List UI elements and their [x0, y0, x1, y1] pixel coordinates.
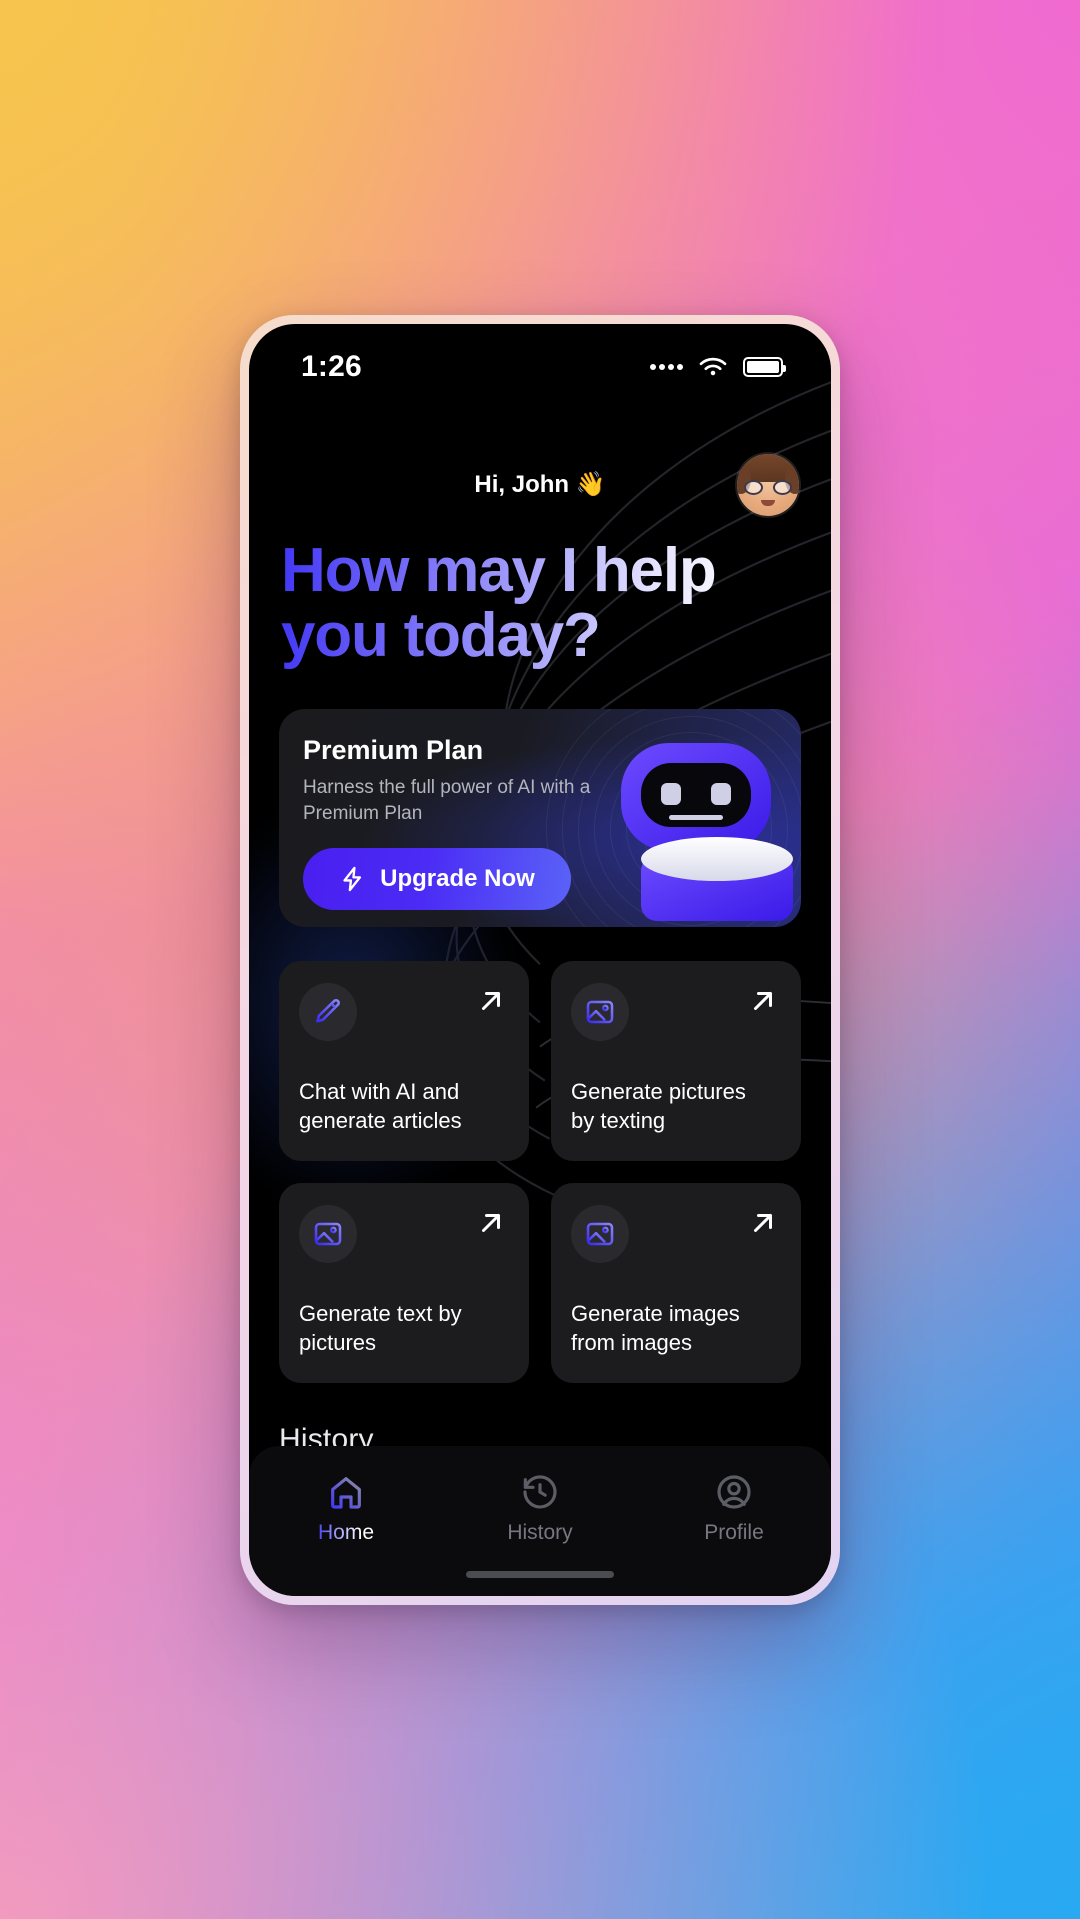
status-bar-icons [650, 355, 786, 379]
arrow-up-right-icon[interactable] [473, 1205, 509, 1241]
battery-icon [743, 356, 786, 377]
premium-card-title: Premium Plan [303, 734, 484, 765]
pencil-icon [299, 982, 357, 1041]
bottom-navigation: Home History Profile [249, 1445, 831, 1596]
feature-card-generate-images[interactable]: Generate images from images [551, 1182, 801, 1383]
phone-screen: 1:26 Hi, John 👋 How may I help you today… [249, 323, 831, 1596]
main-content: Hi, John 👋 How may I help you today? Pre… [249, 410, 831, 1457]
image-icon [299, 1204, 357, 1263]
feature-card-generate-text[interactable]: Generate text by pictures [279, 1182, 529, 1383]
lightning-bolt-icon [343, 866, 362, 892]
feature-card-chat-with-ai[interactable]: Chat with AI and generate articles [279, 960, 529, 1161]
home-icon [331, 1476, 361, 1509]
clock-rewind-icon [523, 1474, 557, 1508]
wifi-icon [699, 357, 727, 375]
feature-card-label: Generate images from images [571, 1300, 740, 1355]
nav-item-profile[interactable]: Profile [637, 1472, 831, 1545]
image-icon [571, 1204, 629, 1263]
feature-card-label: Generate text by pictures [299, 1300, 462, 1355]
home-indicator[interactable] [466, 1570, 614, 1578]
arrow-up-right-icon[interactable] [745, 983, 781, 1019]
arrow-up-right-icon[interactable] [745, 1205, 781, 1241]
user-circle-icon [717, 1474, 751, 1509]
page-title: How may I help you today? [281, 537, 801, 669]
avatar[interactable] [737, 453, 799, 516]
nav-item-home[interactable]: Home [249, 1472, 443, 1545]
nav-label-history: History [507, 1520, 573, 1544]
status-bar: 1:26 [249, 324, 831, 410]
feature-card-label: Generate pictures by texting [571, 1078, 746, 1133]
nav-label-home: Home [317, 1520, 375, 1544]
nav-label-profile: Profile [704, 1520, 764, 1544]
greeting-row: Hi, John 👋 [279, 410, 801, 516]
upgrade-now-button[interactable]: Upgrade Now [303, 848, 571, 911]
nav-item-history[interactable]: History [443, 1472, 637, 1545]
feature-card-generate-pictures[interactable]: Generate pictures by texting [551, 960, 801, 1161]
signal-dots-icon [650, 363, 683, 370]
premium-card-subtitle: Harness the full power of AI with a Prem… [303, 776, 591, 824]
phone-frame: 1:26 Hi, John 👋 How may I help you today… [240, 314, 840, 1605]
premium-plan-card[interactable]: Premium Plan Harness the full power of A… [279, 708, 801, 927]
feature-grid: Chat with AI and generate articles Gener… [279, 960, 801, 1383]
arrow-up-right-icon[interactable] [473, 983, 509, 1019]
greeting-text: Hi, John 👋 [474, 471, 606, 498]
feature-card-label: Chat with AI and generate articles [299, 1078, 462, 1133]
status-bar-time: 1:26 [301, 349, 362, 383]
upgrade-now-label: Upgrade Now [380, 865, 535, 893]
image-icon [571, 982, 629, 1041]
